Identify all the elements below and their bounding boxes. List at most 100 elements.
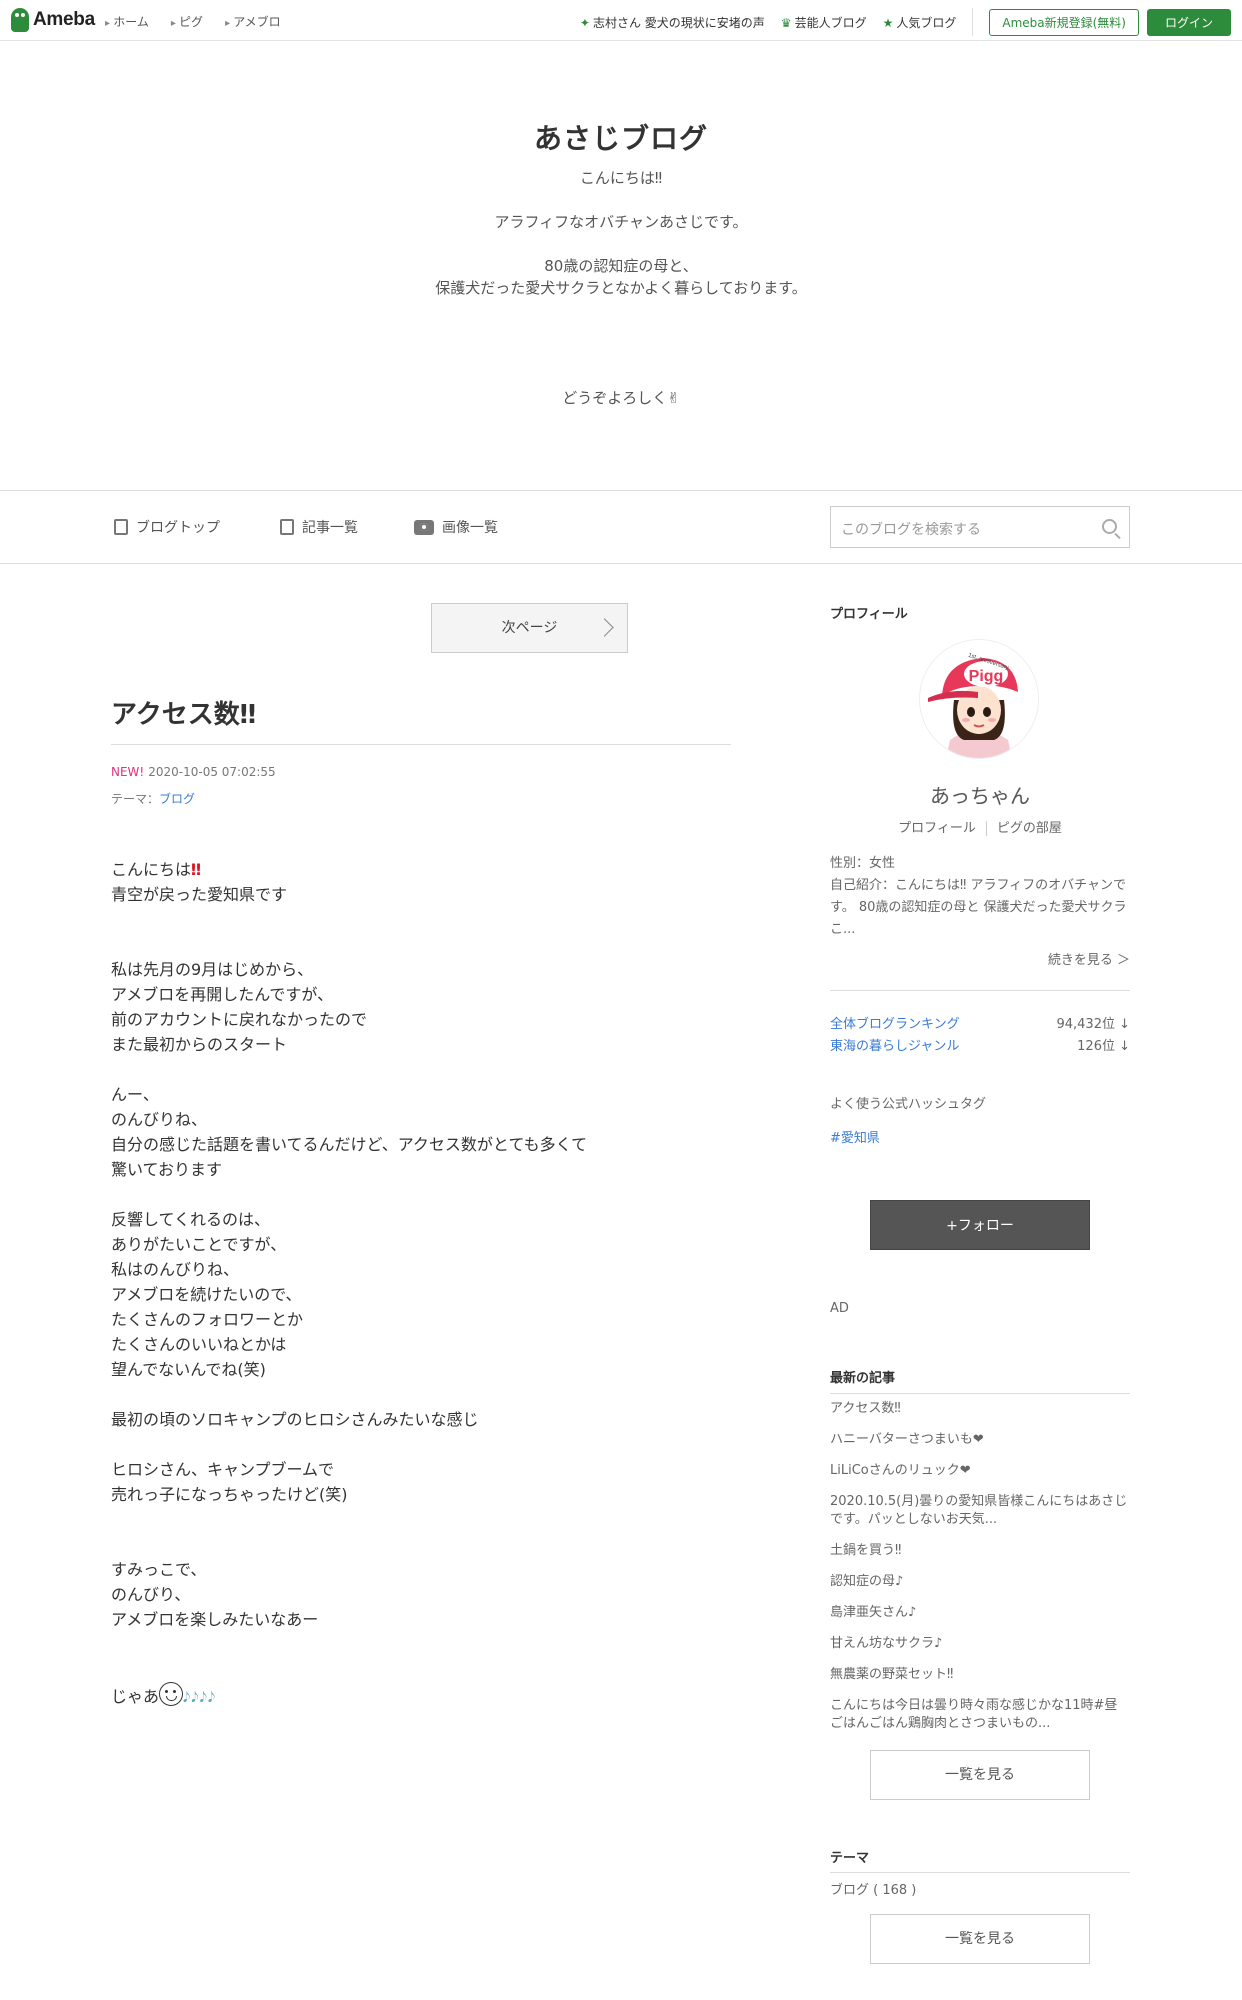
star-icon: ★ <box>882 15 894 30</box>
recent-item[interactable]: 無農薬の野菜セット‼ <box>830 1666 1130 1684</box>
body-line: 自分の感じた話題を書いてるんだけど、アクセス数がとても多くて <box>111 1135 588 1154</box>
recent-item[interactable]: LiLiCoさんのリュック❤ <box>830 1462 1130 1480</box>
blog-title[interactable]: あさじブログ <box>0 117 1242 157</box>
see-all-entries-button[interactable]: 一覧を見る <box>870 1750 1090 1800</box>
profile-links: プロフィール ピグの部屋 <box>830 817 1130 836</box>
copy-icon <box>280 519 294 535</box>
body-line: のんびり、 <box>111 1585 191 1604</box>
desc-line <box>0 343 1242 365</box>
body-line: アメブロを再開したんですが、 <box>111 985 334 1004</box>
recent-list: アクセス数‼ ハニーバターさつまいも❤ LiLiCoさんのリュック❤ 2020.… <box>830 1400 1130 1746</box>
gender: 性別：女性 <box>830 856 896 871</box>
smiley-face-icon <box>159 1682 184 1706</box>
desc-line <box>0 189 1242 211</box>
recent-item[interactable]: アクセス数‼ <box>830 1400 1130 1418</box>
body-line: 青空が戻った愛知県です <box>111 885 288 904</box>
nav-entries[interactable]: 記事一覧 <box>280 517 358 537</box>
recent-item[interactable]: ハニーバターさつまいも❤ <box>830 1431 1130 1449</box>
body-line: 私はのんびりね、 <box>111 1260 240 1279</box>
body-line: こんにちは‼ <box>111 857 731 882</box>
ranking-value: 126位 ↓ <box>1077 1039 1130 1054</box>
follow-button[interactable]: +フォロー <box>870 1200 1090 1250</box>
desc-line <box>0 233 1242 255</box>
entry-meta: NEW! 2020-10-05 07:02:55 <box>111 765 276 779</box>
blog-description: こんにちは‼ アラフィフなオバチャンあさじです。 80歳の認知症の母と、 保護犬… <box>0 167 1242 409</box>
divider <box>830 1393 1130 1394</box>
nav-entries-label: 記事一覧 <box>302 520 358 536</box>
sparkle-icon: ✦ <box>579 15 590 30</box>
recent-item[interactable]: 島津亜矢さん♪ <box>830 1604 1130 1622</box>
pigg-avatar-icon: Pigg 1st. anniversary <box>920 640 1038 758</box>
top-nav: ✦ 志村さん 愛犬の現状に安堵の声 ♛ 芸能人ブログ ★ 人気ブログ Ameba新規登… <box>580 8 1231 36</box>
celebrity-blog-link[interactable]: ♛ 芸能人ブログ <box>781 14 867 31</box>
body-line <box>111 1657 731 1682</box>
entry-theme: テーマ：ブログ <box>111 790 195 807</box>
document-icon <box>114 519 128 535</box>
nav-images-label: 画像一覧 <box>442 520 498 536</box>
entry-title[interactable]: アクセス数‼ <box>111 694 256 731</box>
ranking-label[interactable]: 全体ブログランキング <box>830 1014 960 1036</box>
crumb-pigg[interactable]: ピグ <box>171 13 203 30</box>
recent-item[interactable]: 甘えん坊なサクラ♪ <box>830 1635 1130 1653</box>
desc-line: こんにちは‼ <box>579 169 663 187</box>
body-line <box>111 1507 731 1532</box>
body-line <box>111 907 731 932</box>
hashtag-link[interactable]: #愛知県 <box>830 1128 1130 1150</box>
entry-datetime: 2020-10-05 07:02:55 <box>148 765 276 779</box>
body-text: こんにちは <box>111 860 192 879</box>
profile-link[interactable]: プロフィール <box>898 821 976 836</box>
topic-link[interactable]: ✦ 志村さん 愛犬の現状に安堵の声 <box>580 14 765 31</box>
recent-item[interactable]: こんにちは今日は曇り時々雨な感じかな11時#昼ごはんごはん鶏胸肉とさつまいもの.… <box>830 1697 1130 1733</box>
music-notes-icon: 𝅘𝅥𝅮𝅘𝅥𝅮𝅘𝅥𝅮𝅘𝅥𝅮 <box>183 1690 217 1706</box>
body-line <box>111 1182 731 1207</box>
search-icon[interactable] <box>1102 519 1117 534</box>
profile-heading: プロフィール <box>830 607 908 622</box>
nav-blog-top[interactable]: ブログトップ <box>114 517 220 537</box>
crumb-ameblo[interactable]: アメブロ <box>225 13 280 30</box>
recent-item[interactable]: 認知症の母♪ <box>830 1573 1130 1591</box>
divider <box>830 990 1130 991</box>
ad-label: AD <box>830 1301 849 1316</box>
body-line <box>111 932 731 957</box>
body-line: んー、 <box>111 1085 159 1104</box>
popular-blog-link[interactable]: ★ 人気ブログ <box>883 14 957 31</box>
desc-line: 80歳の認知症の母と、 <box>544 257 698 275</box>
search-placeholder: このブログを検索する <box>841 522 981 538</box>
celebrity-blog-label: 芸能人ブログ <box>794 15 867 30</box>
crumb-home[interactable]: ホーム <box>105 13 149 30</box>
ranking-label[interactable]: 東海の暮らしジャンル <box>830 1036 959 1058</box>
exclamation-icon: ‼ <box>191 860 202 879</box>
desc-line: アラフィフなオバチャンあさじです。 <box>494 213 748 231</box>
blog-search-input[interactable]: このブログを検索する <box>830 506 1130 548</box>
body-line: 前のアカウントに戻れなかったので <box>111 1010 368 1029</box>
body-line: アメブロを続けたいので、 <box>111 1285 302 1304</box>
login-button[interactable]: ログイン <box>1146 8 1231 36</box>
body-line: たくさんのフォロワーとか <box>111 1310 304 1329</box>
desc-line <box>0 321 1242 343</box>
theme-item[interactable]: ブログ ( 168 ) <box>830 1880 1130 1902</box>
see-all-themes-button[interactable]: 一覧を見る <box>870 1914 1090 1964</box>
ranking-list: 全体ブログランキング 94,432位 ↓ 東海の暮らしジャンル 126位 ↓ <box>830 1014 1130 1058</box>
register-button[interactable]: Ameba新規登録(無料) <box>989 8 1139 36</box>
divider <box>830 1872 1130 1873</box>
avatar[interactable]: Pigg 1st. anniversary <box>920 640 1038 758</box>
next-page-button[interactable]: 次ページ <box>431 603 628 653</box>
title-divider <box>111 744 731 745</box>
body-line <box>111 1057 731 1082</box>
read-more-link[interactable]: 続きを見る ＞ <box>830 950 1130 972</box>
ameba-logo[interactable]: Ameba <box>11 8 95 32</box>
nav-images[interactable]: 画像一覧 <box>414 517 498 537</box>
theme-link[interactable]: ブログ <box>159 792 195 806</box>
body-line <box>111 1632 731 1657</box>
pigg-room-link[interactable]: ピグの部屋 <box>985 821 1062 836</box>
body-line <box>111 1382 731 1407</box>
recent-item[interactable]: 2020.10.5(月)曇りの愛知県皆様こんにちはあさじです。パッとしないお天気… <box>830 1493 1130 1529</box>
body-line: また最初からのスタート <box>111 1035 288 1054</box>
blog-header: あさじブログ こんにちは‼ アラフィフなオバチャンあさじです。 80歳の認知症の… <box>0 42 1242 490</box>
new-badge: NEW! <box>111 765 145 779</box>
body-line: のんびりね、 <box>111 1110 208 1129</box>
body-line: 私は先月の9月はじめから、 <box>111 960 314 979</box>
nickname[interactable]: あっちゃん <box>830 780 1130 809</box>
closing-text: じゃあ <box>111 1687 160 1706</box>
recent-item[interactable]: 土鍋を買う‼ <box>830 1542 1130 1560</box>
